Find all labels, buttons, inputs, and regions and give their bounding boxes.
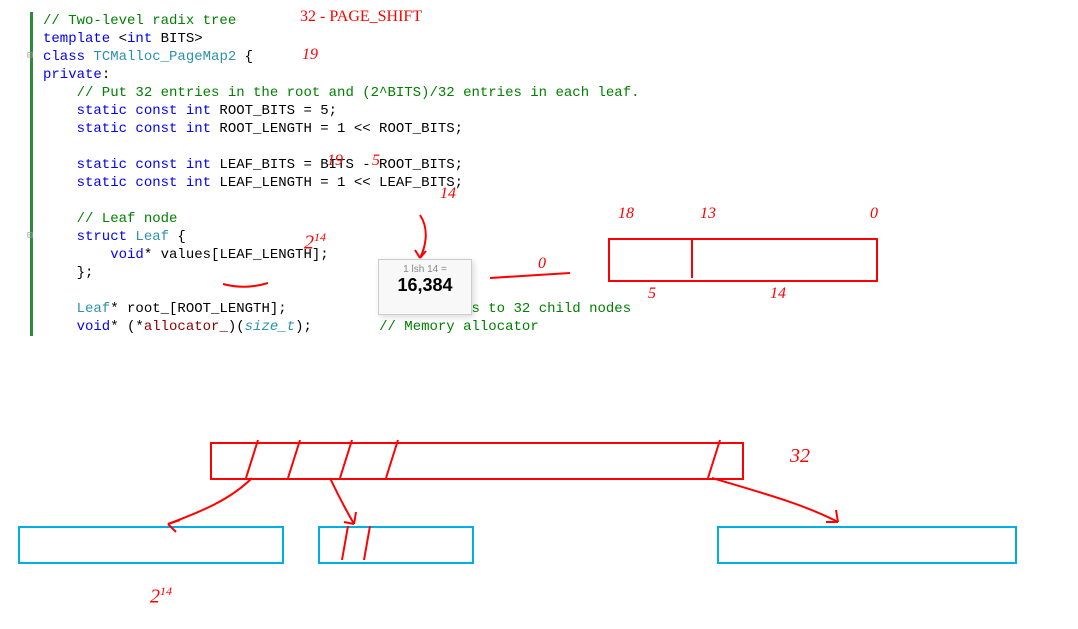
leaf-box-3 <box>717 526 1017 564</box>
code-id: * (* <box>110 319 144 335</box>
code-type: TCMalloc_PageMap2 <box>85 49 236 65</box>
code-id: BITS <box>152 31 194 47</box>
code-blank <box>43 193 51 209</box>
code-kw: static const int <box>43 175 211 191</box>
code-op: > <box>194 31 202 47</box>
annotation-19a: 19 <box>302 46 318 64</box>
code-comment: // Two-level radix tree <box>43 13 236 29</box>
code-kw: class <box>43 49 85 65</box>
fold-marker: ⊟ <box>27 48 33 66</box>
code-op: { <box>169 229 186 245</box>
annotation-14b: 14 <box>770 285 786 303</box>
annotation-page-shift: 32 - PAGE_SHIFT <box>300 8 422 26</box>
annotation-0r: 0 <box>870 205 878 223</box>
code-id: * values[LEAF_LENGTH]; <box>144 247 329 263</box>
code-comment: // Put 32 entries in the root and (2^BIT… <box>43 85 640 101</box>
code-op: { <box>236 49 253 65</box>
annotation-5: 5 <box>372 152 380 170</box>
code-op: }; <box>43 265 93 281</box>
code-id: LEAF_LENGTH = 1 << LEAF_BITS; <box>211 175 463 191</box>
annotation-13: 13 <box>700 205 716 223</box>
annotation-0d: 0 <box>538 255 546 273</box>
root-array-box <box>210 442 744 480</box>
bitfield-box <box>608 238 878 282</box>
annotation-18: 18 <box>618 205 634 223</box>
annotation-14a: 14 <box>440 185 456 203</box>
code-kw: static const int <box>43 121 211 137</box>
code-kw: static const int <box>43 103 211 119</box>
tooltip-result: 16,384 <box>379 275 471 296</box>
code-id: ); <box>295 319 379 335</box>
annotation-2-14b: 214 <box>150 584 172 609</box>
code-id: ROOT_LENGTH = 1 << ROOT_BITS; <box>211 121 463 137</box>
code-field: allocator_ <box>144 319 228 335</box>
code-blank <box>43 139 51 155</box>
code-kw: void <box>43 319 110 335</box>
code-type: Leaf <box>43 301 110 317</box>
leaf-box-1 <box>18 526 284 564</box>
code-id: )( <box>228 319 245 335</box>
code-type: Leaf <box>127 229 169 245</box>
code-block: // Two-level radix tree template <int BI… <box>30 12 640 336</box>
code-comment: // Memory allocator <box>379 319 539 335</box>
code-kw: static const int <box>43 157 211 173</box>
code-kw: template <box>43 31 110 47</box>
code-comment: // Leaf node <box>43 211 177 227</box>
code-kw: private <box>43 67 102 83</box>
annotation-5b: 5 <box>648 285 656 303</box>
tooltip-expr: 1 lsh 14 = <box>379 264 471 275</box>
code-blank <box>43 283 51 299</box>
code-kw: struct <box>43 229 127 245</box>
annotation-2-14a: 214 <box>304 230 326 255</box>
code-id: ROOT_BITS = 5; <box>211 103 337 119</box>
fold-marker: ⊟ <box>27 228 33 246</box>
leaf-box-2 <box>318 526 474 564</box>
code-id: * root_[ROOT_LENGTH]; <box>110 301 387 317</box>
annotation-19b: 19 <box>327 152 343 170</box>
code-kw: int <box>127 31 152 47</box>
code-op: < <box>110 31 127 47</box>
code-kw: void <box>43 247 144 263</box>
code-op: : <box>102 67 110 83</box>
calc-tooltip: 1 lsh 14 = 16,384 <box>378 259 472 315</box>
annotation-32: 32 <box>790 445 810 468</box>
code-param: size_t <box>245 319 295 335</box>
